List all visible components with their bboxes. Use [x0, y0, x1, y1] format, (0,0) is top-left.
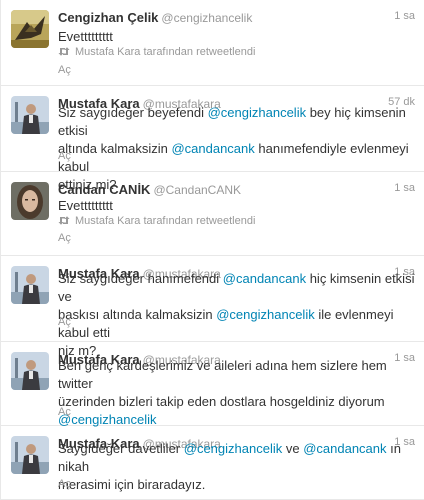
avatar-man-icon: [11, 352, 49, 390]
tweet-username[interactable]: @cengizhancelik: [161, 11, 252, 25]
expand-link[interactable]: Aç: [58, 406, 71, 418]
retweet-context-label[interactable]: Mustafa Kara tarafından retweetlendi: [75, 46, 255, 58]
tweet-text: Ben genç kardeşlerimiz ve aileleri adına…: [58, 357, 417, 429]
avatar-woman-icon: [11, 182, 49, 220]
tweet-text-line: üzerinden bizleri takip eden dostlara ho…: [58, 393, 417, 411]
mention-link[interactable]: @cengizhancelik: [58, 412, 156, 427]
avatar-man-icon: [11, 96, 49, 134]
avatar[interactable]: [11, 436, 49, 474]
retweet-icon: [58, 215, 75, 227]
expand-link[interactable]: Aç: [58, 232, 71, 244]
tweet-text-segment: üzerinden bizleri takip eden dostlara ho…: [58, 394, 385, 409]
avatar-man-icon: [11, 266, 49, 304]
tweet-text-segment: altında kalmaksizin: [58, 141, 172, 156]
tweet-item[interactable]: Mustafa Kara @mustafakara 1 sa Saygıdeğer d…: [1, 426, 424, 500]
mention-link[interactable]: @candancank: [303, 441, 386, 456]
avatar[interactable]: [11, 266, 49, 304]
retweet-context-label[interactable]: Mustafa Kara tarafından retweetlendi: [75, 215, 255, 227]
tweet-item[interactable]: Mustafa Kara @mustafakara 1 sa Siz saygıdeğ…: [1, 256, 424, 358]
tweet-text-line: Ben genç kardeşlerimiz ve aileleri adına…: [58, 357, 417, 393]
tweet-header: Cengizhan Çelik @cengizhancelik 1 sa: [58, 9, 415, 27]
avatar-bird-icon: [11, 10, 49, 48]
tweet-text-line: Evettttttttt: [58, 28, 417, 46]
expand-link[interactable]: Aç: [58, 64, 71, 76]
tweet-timeline: Cengizhan Çelik @cengizhancelik 1 sa Evettt…: [0, 0, 424, 500]
mention-link[interactable]: @candancank: [223, 271, 306, 286]
tweet-text-line: altında kalmaksizin @candancank hanımefe…: [58, 140, 417, 176]
tweet-item[interactable]: Candan CANİK @CandanCANK 1 sa Evettttttttt M…: [1, 172, 424, 256]
tweet-fullname[interactable]: Candan CANİK: [58, 182, 150, 197]
tweet-text: Evettttttttt: [58, 28, 417, 46]
tweet-text-line: Evettttttttt: [58, 197, 417, 215]
retweet-context: Mustafa Kara tarafından retweetlendi: [58, 215, 417, 231]
avatar[interactable]: [11, 96, 49, 134]
avatar[interactable]: [11, 352, 49, 390]
tweet-text-segment: Saygıdeğer davetliler: [58, 441, 184, 456]
tweet-text-line: Siz saygıdeğer hanımefendi @candancank h…: [58, 270, 417, 306]
avatar[interactable]: [11, 10, 49, 48]
expand-link[interactable]: Aç: [58, 150, 71, 162]
retweet-context: Mustafa Kara tarafından retweetlendi: [58, 46, 417, 62]
expand-link[interactable]: Aç: [58, 478, 71, 490]
mention-link[interactable]: @cengizhancelik: [208, 105, 306, 120]
tweet-timestamp[interactable]: 1 sa: [394, 182, 415, 194]
expand-link[interactable]: Aç: [58, 316, 71, 328]
mention-link[interactable]: @cengizhancelik: [216, 307, 314, 322]
mention-link[interactable]: @cengizhancelik: [184, 441, 282, 456]
tweet-text-segment: baskısı altında kalmaksizin: [58, 307, 217, 322]
tweet-text: Evettttttttt: [58, 197, 417, 215]
tweet-fullname[interactable]: Cengizhan Çelik: [58, 10, 158, 25]
tweet-text-segment: ve: [282, 441, 304, 456]
avatar[interactable]: [11, 182, 49, 220]
tweet-text-line: baskısı altında kalmaksizin @cengizhance…: [58, 306, 417, 342]
tweet-username[interactable]: @CandanCANK: [153, 183, 241, 197]
tweet-item[interactable]: Mustafa Kara @mustafakara 57 dk Siz saygıde…: [1, 86, 424, 192]
mention-link[interactable]: @candancank: [171, 141, 254, 156]
avatar-man-icon: [11, 436, 49, 474]
tweet-text-segment: Ben genç kardeşlerimiz ve aileleri adına…: [58, 358, 387, 391]
retweet-icon: [58, 46, 75, 58]
tweet-text-segment: Siz saygıdeğer hanımefendi: [58, 271, 223, 286]
tweet-timestamp[interactable]: 1 sa: [394, 10, 415, 22]
tweet-text-segment: Siz saygıdeğer beyefendi: [58, 105, 208, 120]
tweet-text-segment: merasimi için biraradayız.: [58, 477, 206, 492]
tweet-text-line: Siz saygıdeğer beyefendi @cengizhancelik…: [58, 104, 417, 140]
tweet-item[interactable]: Cengizhan Çelik @cengizhancelik 1 sa Evettt…: [1, 0, 424, 86]
tweet-text-segment: Evettttttttt: [58, 198, 113, 213]
tweet-text-line: merasimi için biraradayız.: [58, 476, 417, 494]
tweet-item[interactable]: Mustafa Kara @mustafakara 1 sa Ben genç kar…: [1, 342, 424, 429]
tweet-text-segment: Evettttttttt: [58, 29, 113, 44]
tweet-text-line: Saygıdeğer davetliler @cengizhancelik ve…: [58, 440, 417, 476]
tweet-text: Saygıdeğer davetliler @cengizhancelik ve…: [58, 440, 417, 494]
